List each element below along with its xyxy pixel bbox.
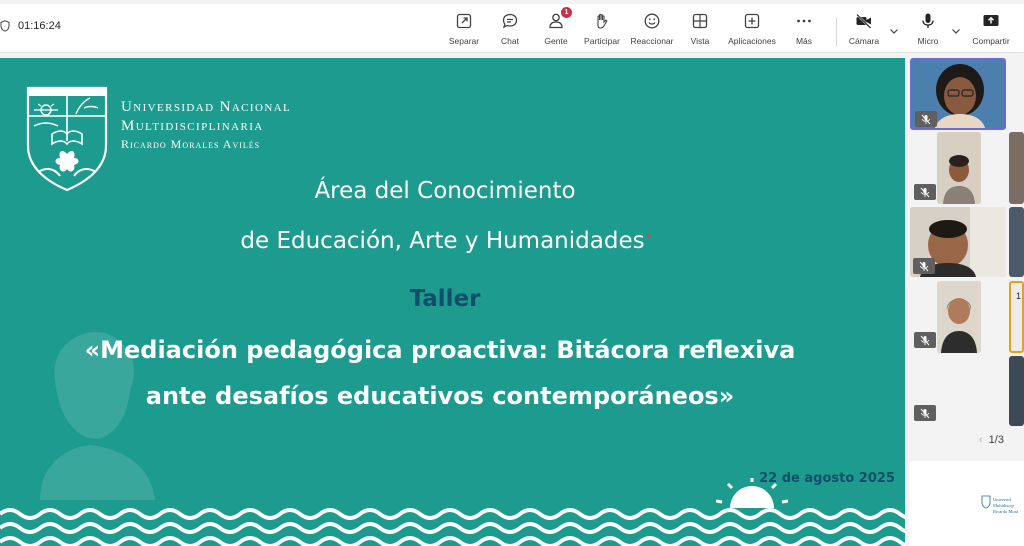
university-name-line2: Multidisciplinaria [121, 118, 264, 134]
thumbnail-text-line3: Ricardo Mora [993, 509, 1019, 514]
more-label: Más [795, 36, 813, 46]
thumbnail-text: Universid Multidiscip Ricardo Mora [993, 497, 1018, 515]
share-button[interactable]: Compartir [968, 10, 1014, 50]
thumbnail-logo-icon [981, 495, 991, 509]
participant-video-tile-partial[interactable] [1009, 207, 1024, 277]
university-logo [26, 86, 108, 192]
mic-off-icon [921, 114, 931, 124]
mic-options-chevron-down-icon[interactable] [951, 26, 961, 36]
mic-label: Micro [917, 36, 939, 46]
meeting-window: 01:16:24 Separar Chat 1 Gente Participar… [0, 0, 1024, 546]
pop-out-button[interactable]: Separar [444, 10, 484, 50]
smiley-icon [644, 13, 660, 29]
pointer-dot [646, 234, 650, 237]
knowledge-area-line1: Área del Conocimiento [314, 178, 576, 204]
muted-indicator [915, 111, 937, 127]
slide-preview-thumbnail[interactable]: Universid Multidiscip Ricardo Mora [909, 461, 1024, 546]
participant-video-tile[interactable] [910, 207, 1006, 277]
meeting-toolbar: 01:16:24 Separar Chat 1 Gente Participar… [0, 4, 1024, 53]
chat-button[interactable]: Chat [494, 10, 526, 50]
muted-indicator [914, 184, 936, 200]
camera-button[interactable]: Cámara [846, 10, 882, 50]
camera-label: Cámara [848, 36, 880, 46]
chat-icon [502, 13, 518, 29]
participant-tile-partial-active[interactable]: 1 [1009, 281, 1024, 353]
meeting-timer: 01:16:24 [0, 20, 61, 32]
university-name: Universidad Nacional Multidisciplinaria … [121, 98, 291, 152]
mic-off-icon [919, 261, 929, 271]
people-button[interactable]: 1 Gente [540, 7, 572, 50]
workshop-label: Taller [409, 286, 481, 312]
participant-video-tile[interactable] [910, 58, 1006, 130]
apps-label: Aplicaciones [728, 36, 776, 46]
university-name-line1: Universidad Nacional [121, 99, 292, 115]
view-label: Vista [690, 36, 710, 46]
participant-video-image [937, 132, 981, 204]
mic-off-icon [920, 408, 930, 418]
more-icon [797, 19, 811, 23]
muted-indicator [914, 332, 936, 348]
add-apps-icon [744, 13, 760, 29]
chat-label: Chat [501, 36, 519, 46]
people-count-badge: 1 [561, 7, 572, 18]
previous-page-chevron-left-icon[interactable]: ‹ [979, 434, 983, 446]
participant-pager: ‹ 1/3 [979, 434, 1004, 446]
raise-hand-icon [597, 13, 608, 29]
react-button[interactable]: Reaccionar [629, 10, 675, 50]
participant-video-tile-partial[interactable] [1009, 132, 1024, 204]
share-label: Compartir [972, 36, 1010, 46]
apps-button[interactable]: Aplicaciones [725, 10, 779, 50]
microphone-icon [922, 13, 934, 28]
raise-hand-label: Participar [584, 36, 620, 46]
muted-indicator [913, 258, 935, 274]
mic-off-icon [920, 335, 930, 345]
pop-out-icon [456, 13, 472, 29]
grid-view-icon [692, 13, 708, 29]
pop-out-label: Separar [448, 36, 480, 46]
participant-video-tile[interactable] [937, 132, 981, 204]
university-name-line3: Ricardo Morales Avilés [121, 137, 261, 151]
camera-options-chevron-down-icon[interactable] [889, 26, 899, 36]
react-label: Reaccionar [630, 36, 674, 46]
knowledge-area-line2: de Educación, Arte y Humanidades [0, 228, 890, 254]
participants-panel: 1 ‹ 1/3 Universid Multidiscip Ricardo Mo… [905, 53, 1024, 546]
people-label: Gente [544, 36, 568, 46]
view-button[interactable]: Vista [684, 10, 716, 50]
share-screen-icon [983, 15, 999, 26]
page-indicator: 1/3 [988, 434, 1004, 446]
mic-button[interactable]: Micro [912, 10, 944, 50]
mic-off-icon [920, 187, 930, 197]
shared-presentation-slide: Universidad Nacional Multidisciplinaria … [0, 58, 905, 546]
participant-tile-number: 1 [1016, 291, 1022, 301]
participant-video-tile-partial[interactable] [1009, 356, 1024, 426]
raise-hand-button[interactable]: Participar [582, 10, 622, 50]
workshop-title-line1: «Mediación pedagógica proactiva: Bitácor… [84, 336, 796, 364]
participant-video-tile[interactable] [937, 281, 981, 353]
camera-off-icon [856, 13, 872, 29]
participant-video-image [937, 281, 981, 353]
shield-icon [0, 20, 10, 32]
waves-decoration [0, 478, 905, 546]
knowledge-area-line2-text: de Educación, Arte y Humanidades [240, 228, 645, 254]
more-button[interactable]: Más [790, 10, 818, 50]
muted-indicator [914, 405, 936, 421]
timer-text: 01:16:24 [18, 20, 61, 32]
toolbar-divider [836, 18, 837, 46]
workshop-title-line2: ante desafíos educativos contemporáneos» [145, 382, 735, 410]
